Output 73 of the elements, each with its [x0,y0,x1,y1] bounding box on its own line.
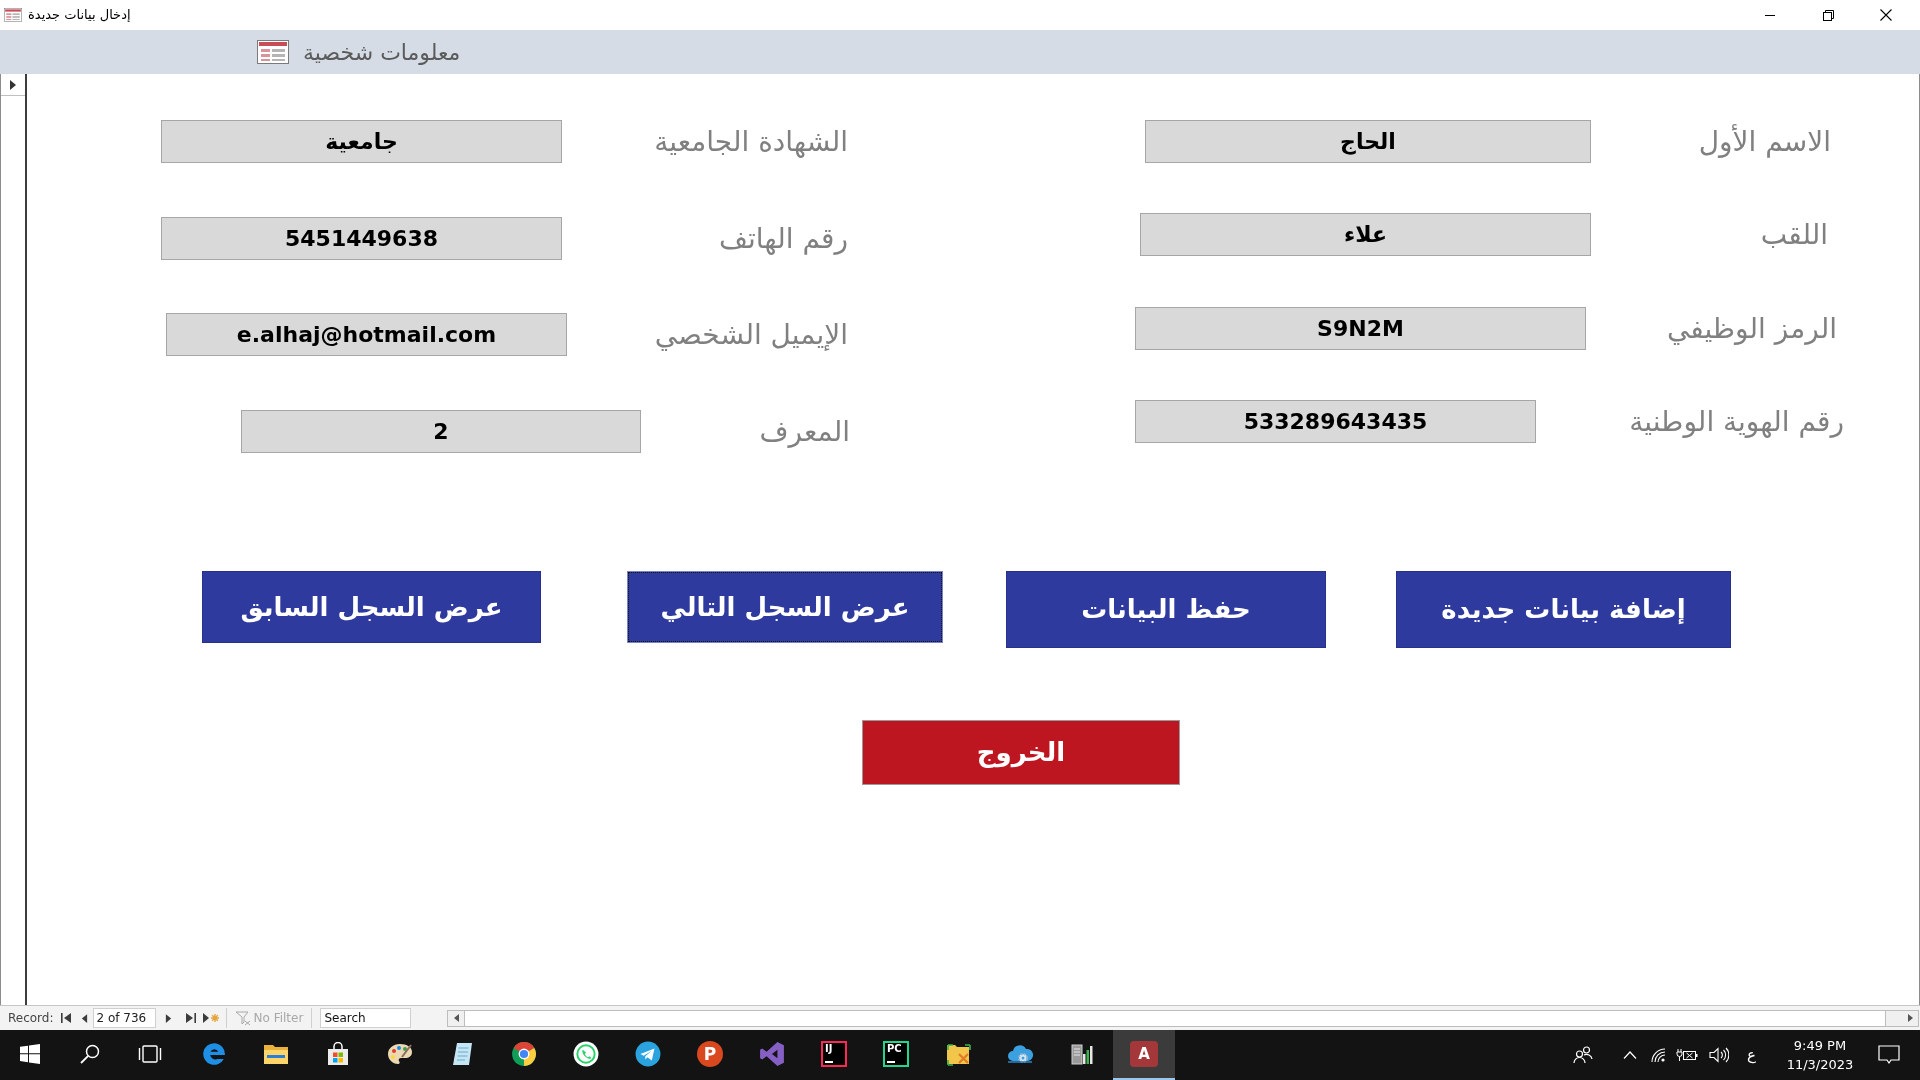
server-chart-icon [1070,1042,1094,1066]
window-title: إدخال بيانات جديدة [28,6,131,25]
folder-icon [263,1043,289,1065]
action-button[interactable]: عرض السجل التالي [627,571,943,643]
search-icon [80,1044,100,1064]
field-label: الرمز الوظيفي [1666,310,1837,347]
taskbar-button[interactable]: P [679,1030,741,1080]
task-view-icon [138,1044,162,1064]
record-pointer-icon[interactable] [10,79,16,90]
field-label: الاسم الأول [1698,123,1831,160]
folder-tools-icon [945,1042,971,1066]
app-icon: PC [883,1041,909,1067]
people-icon[interactable] [1573,1046,1594,1064]
action-button[interactable]: إضافة بيانات جديدة [1396,571,1731,648]
new-record-icon[interactable] [201,1012,220,1024]
text-field[interactable]: 533289643435 [1135,400,1536,443]
notebook-icon [450,1042,474,1066]
field-label: اللقب [1760,216,1828,253]
caret-right-icon[interactable] [164,1012,172,1024]
clock-time[interactable]: 9:49 PM [1793,1036,1847,1055]
field-label: رقم الهوية الوطنية [1629,403,1844,440]
taskbar-button[interactable]: PC [865,1030,927,1080]
text-field[interactable]: 2 [241,410,641,453]
app-icon: IJ [821,1041,847,1067]
phone-bubble-icon [573,1041,599,1067]
taskbar-button[interactable]: IJ [803,1030,865,1080]
taskbar-button[interactable]: A [1113,1030,1175,1080]
swirl-icon [201,1041,227,1067]
form-icon [257,40,289,64]
text-field[interactable]: علاء [1140,213,1591,256]
ribbon-icon [759,1041,785,1067]
form-title: معلومات شخصية [303,38,461,67]
field-label: الإيميل الشخصي [654,316,848,353]
paint-palette-icon [387,1042,413,1066]
input-language-indicator[interactable]: ع [1747,1047,1756,1063]
shopping-bag-icon [326,1042,350,1066]
field-label: رقم الهاتف [719,220,848,257]
close-icon [1880,9,1892,21]
app-icon: A [1130,1041,1158,1067]
notification-icon[interactable] [1878,1045,1900,1065]
caret-right-icon [1907,1014,1913,1022]
battery-plug-icon[interactable] [1676,1048,1699,1062]
cloud-gear-icon [1006,1042,1034,1066]
search-field[interactable]: Search [320,1008,412,1028]
action-button[interactable]: عرض السجل السابق [202,571,541,643]
field-label: المعرف [759,413,850,450]
restore-icon [1822,9,1834,21]
round-logo-icon [511,1041,537,1067]
text-field[interactable]: 5451449638 [161,217,562,260]
app-icon: P [697,1041,723,1067]
text-field[interactable]: S9N2M [1135,307,1586,350]
text-field[interactable]: e.alhaj@hotmail.com [166,313,567,356]
paper-plane-icon [635,1041,661,1067]
volume-icon[interactable] [1709,1047,1730,1063]
exit-button[interactable]: الخروج [862,720,1180,785]
funnel-icon [234,1010,251,1026]
minimize-icon [1765,14,1775,16]
text-field[interactable]: جامعية [161,120,562,163]
first-record-icon[interactable] [59,1012,72,1024]
caret-left-icon [453,1014,459,1022]
field-label: الشهادة الجامعية [654,123,848,160]
record-label: Record: [8,1010,54,1027]
text-field[interactable]: الحاج [1145,120,1591,163]
clock-date[interactable]: 11/3/2023 [1786,1055,1854,1074]
start-icon [20,1044,40,1064]
wifi-icon[interactable] [1650,1047,1667,1063]
chevron-up-icon[interactable] [1623,1051,1638,1059]
action-button[interactable]: حفظ البيانات [1006,571,1326,648]
form-icon [4,8,22,22]
horizontal-scrollbar[interactable] [447,1009,1919,1027]
last-record-icon[interactable] [184,1012,197,1024]
record-position-field[interactable]: 2 of 736 [92,1008,156,1028]
caret-left-icon[interactable] [80,1012,88,1024]
